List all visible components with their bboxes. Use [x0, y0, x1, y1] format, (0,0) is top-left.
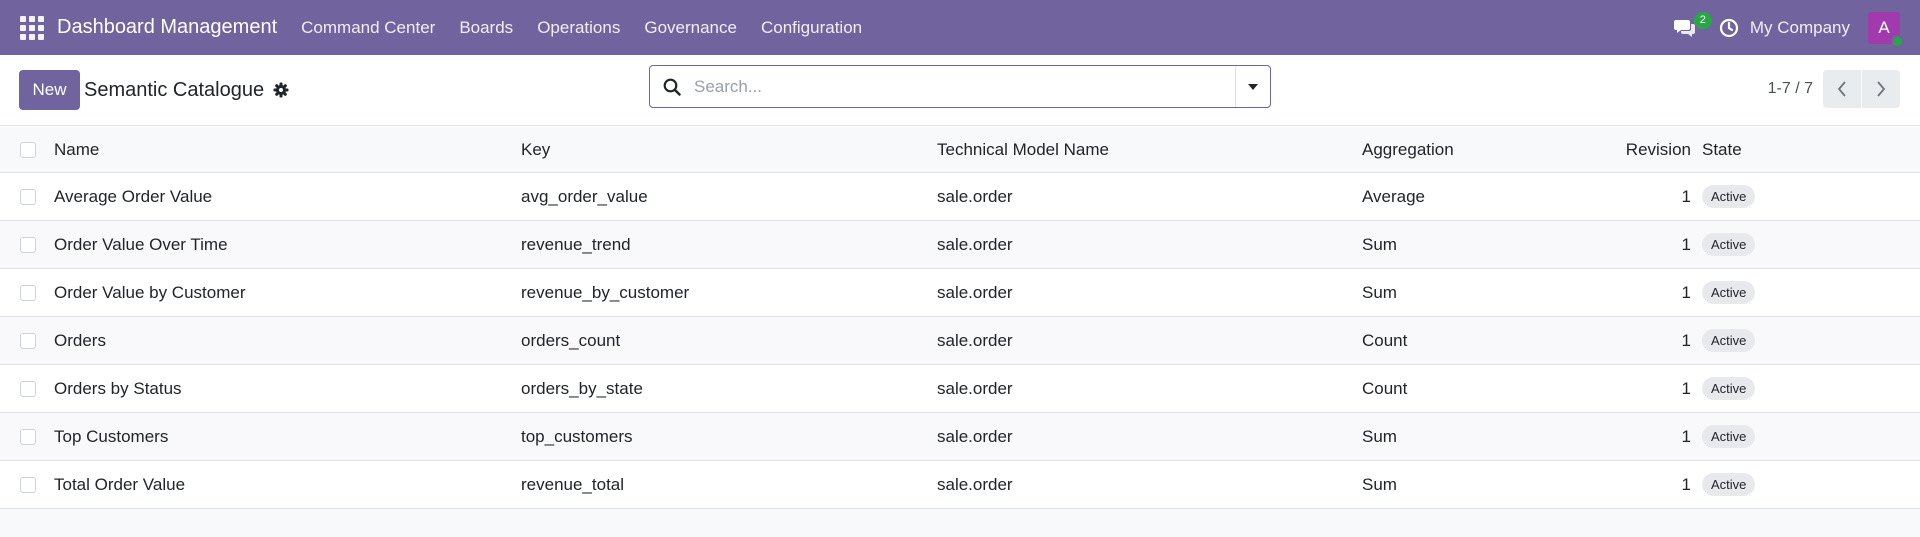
cell-aggregation: Sum — [1362, 474, 1397, 494]
chat-icon — [1673, 19, 1695, 37]
table-row[interactable]: Orders by Status orders_by_state sale.or… — [0, 365, 1920, 413]
actions-gear-button[interactable] — [273, 82, 290, 99]
cell-aggregation: Count — [1362, 330, 1408, 350]
status-badge: Active — [1702, 425, 1756, 448]
cell-key: avg_order_value — [521, 186, 648, 206]
list-view: Name Key Technical Model Name Aggregatio… — [0, 127, 1920, 537]
table-row[interactable]: Orders orders_count sale.order Count 1 A… — [0, 317, 1920, 365]
table-row[interactable]: Total Order Value revenue_total sale.ord… — [0, 461, 1920, 509]
menu-boards[interactable]: Boards — [447, 18, 525, 38]
column-header-model[interactable]: Technical Model Name — [937, 140, 1109, 160]
search-options-toggle[interactable] — [1235, 66, 1270, 107]
row-checkbox[interactable] — [20, 428, 36, 445]
cell-key: top_customers — [521, 426, 633, 446]
cell-model: sale.order — [937, 474, 1013, 494]
message-count-badge: 2 — [1693, 11, 1712, 29]
status-badge: Active — [1702, 233, 1756, 256]
pager-previous-button[interactable] — [1823, 70, 1861, 108]
cell-name: Average Order Value — [54, 186, 213, 206]
table-row[interactable]: Order Value Over Time revenue_trend sale… — [0, 221, 1920, 269]
row-checkbox[interactable] — [20, 476, 36, 493]
table-row[interactable]: Top Customers top_customers sale.order S… — [0, 413, 1920, 461]
clock-icon — [1719, 18, 1738, 37]
menu-command-center[interactable]: Command Center — [289, 18, 447, 38]
search-button[interactable] — [650, 78, 694, 96]
row-checkbox[interactable] — [20, 284, 36, 301]
cell-key: revenue_trend — [521, 234, 631, 254]
select-all-checkbox[interactable] — [20, 141, 36, 158]
status-badge: Active — [1702, 377, 1756, 400]
column-header-aggregation[interactable]: Aggregation — [1362, 140, 1454, 160]
column-header-key[interactable]: Key — [521, 140, 550, 160]
column-header-revision[interactable]: Revision — [1626, 140, 1691, 160]
status-badge: Active — [1702, 329, 1756, 352]
cell-model: sale.order — [937, 186, 1013, 206]
cell-key: orders_count — [521, 330, 621, 350]
search-input[interactable] — [694, 66, 1235, 107]
cell-model: sale.order — [937, 330, 1013, 350]
pager-next-button[interactable] — [1862, 70, 1900, 108]
row-checkbox[interactable] — [20, 236, 36, 253]
cell-revision: 1 — [1681, 474, 1691, 494]
messaging-button[interactable]: 2 — [1670, 11, 1712, 43]
online-status-dot — [1891, 34, 1904, 48]
pager: 1-7 / 7 — [1768, 70, 1900, 108]
cell-name: Order Value Over Time — [54, 234, 228, 254]
cell-aggregation: Sum — [1362, 426, 1397, 446]
top-navbar: Dashboard Management Command Center Boar… — [0, 0, 1920, 55]
menu-configuration[interactable]: Configuration — [749, 18, 874, 38]
cell-revision: 1 — [1681, 330, 1691, 350]
cell-model: sale.order — [937, 234, 1013, 254]
cell-revision: 1 — [1681, 378, 1691, 398]
control-panel: New Semantic Catalogue Search... 1-7 / 7 — [0, 55, 1920, 126]
cell-revision: 1 — [1681, 282, 1691, 302]
cell-revision: 1 — [1681, 186, 1691, 206]
cell-revision: 1 — [1681, 234, 1691, 254]
caret-down-icon — [1248, 83, 1258, 90]
row-checkbox[interactable] — [20, 188, 36, 205]
activities-button[interactable] — [1714, 13, 1744, 43]
chevron-left-icon — [1837, 81, 1846, 97]
search-bar — [649, 65, 1271, 108]
menu-governance[interactable]: Governance — [632, 18, 749, 38]
avatar-letter: A — [1878, 17, 1890, 37]
cell-name: Top Customers — [54, 426, 169, 446]
cell-key: revenue_total — [521, 474, 625, 494]
cell-aggregation: Count — [1362, 378, 1408, 398]
company-switcher[interactable]: My Company — [1750, 18, 1850, 38]
cell-aggregation: Sum — [1362, 234, 1397, 254]
page-title: Semantic Catalogue — [84, 78, 265, 101]
row-checkbox[interactable] — [20, 380, 36, 397]
cell-model: sale.order — [937, 282, 1013, 302]
user-avatar[interactable]: A — [1868, 11, 1904, 48]
cell-name: Order Value by Customer — [54, 282, 246, 302]
table-row[interactable]: Order Value by Customer revenue_by_custo… — [0, 269, 1920, 317]
cell-aggregation: Average — [1362, 186, 1426, 206]
cell-revision: 1 — [1681, 426, 1691, 446]
cell-key: revenue_by_customer — [521, 282, 690, 302]
app-brand[interactable]: Dashboard Management — [57, 16, 277, 39]
table-row[interactable]: Average Order Value avg_order_value sale… — [0, 173, 1920, 221]
gear-icon — [273, 82, 289, 98]
cell-model: sale.order — [937, 426, 1013, 446]
column-header-name[interactable]: Name — [54, 140, 99, 160]
row-checkbox[interactable] — [20, 332, 36, 349]
menu-operations[interactable]: Operations — [525, 18, 632, 38]
cell-model: sale.order — [937, 378, 1013, 398]
status-badge: Active — [1702, 185, 1756, 208]
cell-aggregation: Sum — [1362, 282, 1397, 302]
cell-name: Total Order Value — [54, 474, 186, 494]
status-badge: Active — [1702, 473, 1756, 496]
search-icon — [663, 78, 681, 96]
table-header: Name Key Technical Model Name Aggregatio… — [0, 127, 1920, 173]
cell-name: Orders — [54, 330, 106, 350]
status-badge: Active — [1702, 281, 1756, 304]
apps-grid-icon[interactable] — [20, 15, 44, 40]
pager-value[interactable]: 1-7 / 7 — [1768, 80, 1813, 98]
column-header-state[interactable]: State — [1702, 140, 1742, 160]
cell-key: orders_by_state — [521, 378, 643, 398]
new-button[interactable]: New — [19, 70, 80, 110]
cell-name: Orders by Status — [54, 378, 182, 398]
chevron-right-icon — [1877, 81, 1886, 97]
